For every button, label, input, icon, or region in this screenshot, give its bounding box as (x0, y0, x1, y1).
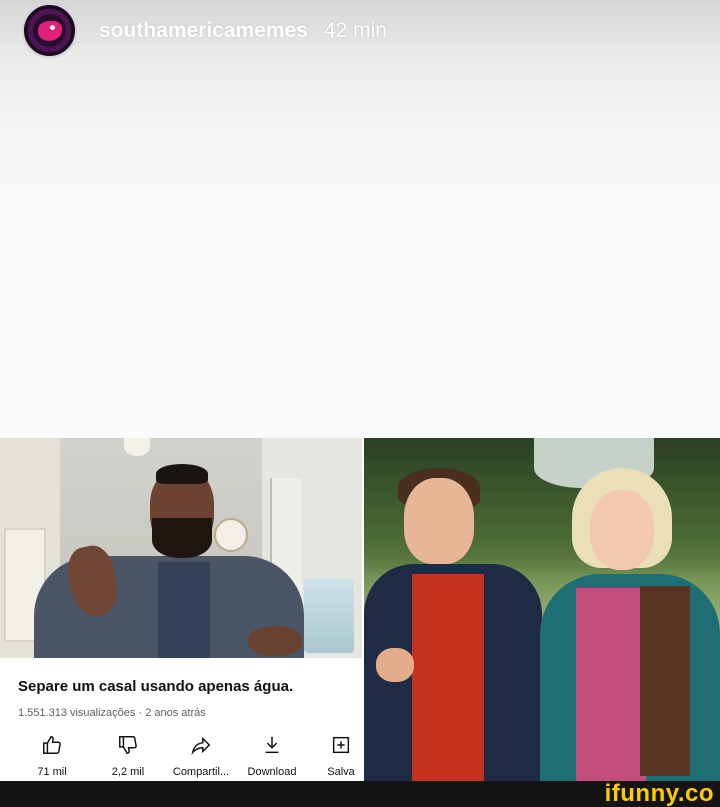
avatar-bird-icon (38, 21, 62, 41)
wall-clock (214, 518, 248, 552)
thumbs-up-icon (24, 734, 80, 758)
avatar[interactable] (22, 3, 77, 58)
boy-head (404, 478, 474, 564)
girl-head (590, 490, 654, 570)
share-icon (164, 734, 238, 758)
story-background (0, 0, 720, 438)
like-button[interactable]: 71 mil (24, 734, 80, 778)
share-label: Compartil... (172, 766, 230, 778)
story-time: 42 min (323, 18, 387, 42)
dislike-button[interactable]: 2,2 mil (98, 734, 158, 778)
save-button[interactable]: Salva (320, 734, 362, 778)
girl-pink-shirt (576, 588, 646, 781)
thumbs-down-icon (98, 734, 158, 758)
download-button[interactable]: Download (240, 734, 304, 778)
download-label: Download (247, 766, 297, 778)
video-frame[interactable] (0, 438, 362, 658)
download-icon (240, 734, 304, 758)
youtube-screenshot-panel: Separe um casal usando apenas água. 1.55… (0, 438, 362, 781)
save-label: Salva (327, 766, 355, 778)
glass-of-water (304, 578, 354, 653)
dislike-count: 2,2 mil (111, 766, 145, 778)
save-icon (320, 734, 362, 758)
share-button[interactable]: Compartil... (164, 734, 238, 778)
ceiling-lamp (124, 438, 150, 456)
ifunny-watermark: ifunny.co (604, 780, 714, 807)
boy-red-shirt (412, 574, 484, 781)
movie-still-panel (364, 438, 720, 781)
video-meta: 1.551.313 visualizações · 2 anos atrás (18, 707, 206, 719)
video-actions: 71 mil 2,2 mil Compartil... Download Sal… (0, 734, 362, 781)
video-title: Separe um casal usando apenas água. (18, 678, 294, 695)
story-header: southamericamemes 42 min (22, 3, 387, 58)
story-username[interactable]: southamericamemes (99, 19, 308, 43)
like-count: 71 mil (37, 766, 67, 778)
man-beard (152, 518, 212, 558)
